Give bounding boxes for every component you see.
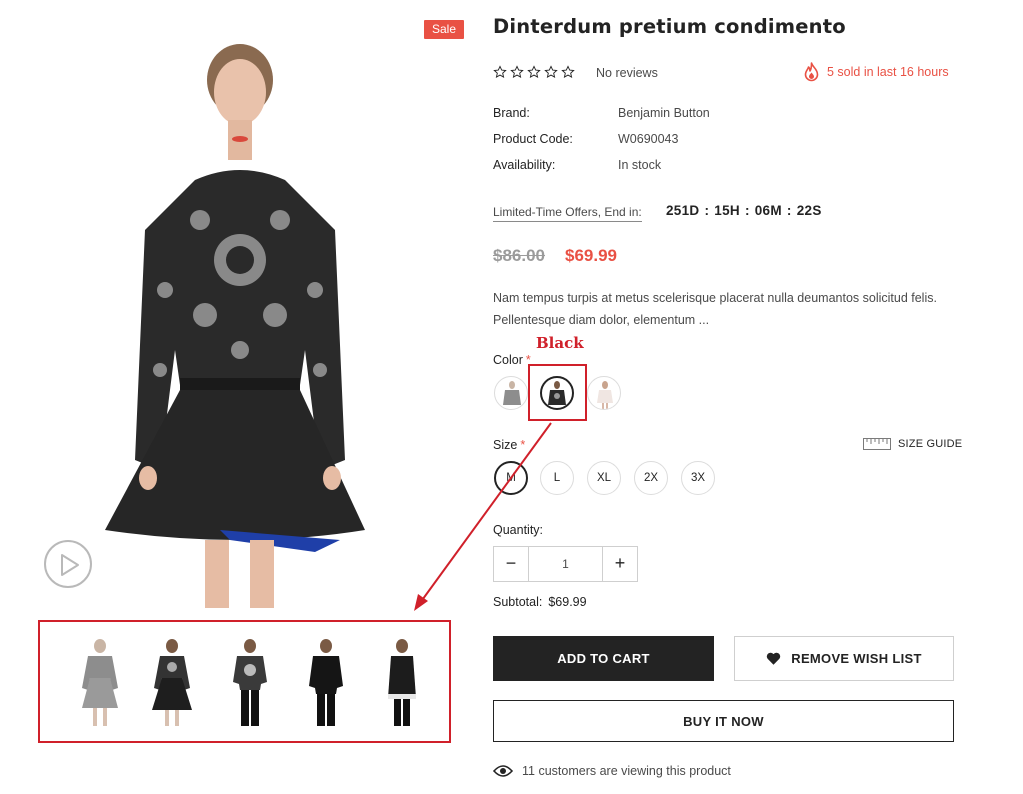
add-to-cart-button[interactable]: ADD TO CART bbox=[493, 636, 714, 681]
rating-stars[interactable] bbox=[493, 65, 575, 79]
star-icon bbox=[493, 65, 507, 78]
spec-brand-value[interactable]: Benjamin Button bbox=[618, 106, 710, 120]
color-swatch-white[interactable] bbox=[587, 376, 621, 410]
countdown-separator: : bbox=[744, 203, 750, 218]
star-icon bbox=[561, 65, 575, 78]
quantity-decrease-button[interactable]: − bbox=[494, 547, 528, 581]
countdown-seconds: 22S bbox=[796, 203, 822, 218]
size-label: Size * bbox=[493, 438, 525, 452]
spec-code-value: W0690043 bbox=[618, 132, 679, 146]
selected-swatch-highlight bbox=[528, 364, 587, 421]
subtotal-label: Subtotal: bbox=[493, 595, 543, 609]
offer-label: Limited-Time Offers, End in: bbox=[493, 205, 642, 222]
product-description: Nam tempus turpis at metus scelerisque p… bbox=[493, 291, 937, 327]
subtotal-value: $69.99 bbox=[548, 595, 587, 609]
remove-wish-list-button[interactable]: REMOVE WISH LIST bbox=[734, 636, 954, 681]
size-option-2x[interactable]: 2X bbox=[634, 461, 668, 495]
heart-icon bbox=[767, 652, 781, 665]
spec-code-label: Product Code: bbox=[493, 132, 573, 146]
eye-icon bbox=[493, 765, 513, 777]
spec-availability-value: In stock bbox=[618, 158, 662, 172]
size-guide-link[interactable]: SIZE GUIDE bbox=[863, 437, 962, 451]
countdown-separator: : bbox=[704, 203, 710, 218]
ruler-icon bbox=[863, 438, 891, 450]
size-option-m[interactable]: M bbox=[494, 461, 528, 495]
viewers-indicator: 11 customers are viewing this product bbox=[493, 764, 731, 778]
size-option-3x[interactable]: 3X bbox=[681, 461, 715, 495]
quantity-increase-button[interactable]: + bbox=[603, 547, 637, 581]
size-option-l[interactable]: L bbox=[540, 461, 574, 495]
spec-brand-label: Brand: bbox=[493, 106, 530, 120]
buy-it-now-label: BUY IT NOW bbox=[683, 713, 764, 729]
price-original: $86.00 bbox=[493, 246, 545, 265]
countdown-separator: : bbox=[786, 203, 792, 218]
star-icon bbox=[527, 65, 541, 78]
sold-text: 5 sold in last 16 hours bbox=[827, 65, 949, 79]
product-title: Dinterdum pretium condimento bbox=[493, 15, 846, 38]
reviews-count[interactable]: No reviews bbox=[596, 66, 658, 80]
sold-indicator: 5 sold in last 16 hours bbox=[803, 62, 949, 82]
color-label: Color * bbox=[493, 353, 531, 367]
countdown-hours: 15H bbox=[714, 203, 740, 218]
subtotal: Subtotal: $69.99 bbox=[493, 595, 587, 609]
sale-badge: Sale bbox=[424, 20, 464, 39]
thumbnail-front-pants[interactable] bbox=[226, 638, 274, 728]
spec-availability-label: Availability: bbox=[493, 158, 556, 172]
fire-icon bbox=[804, 62, 819, 82]
main-product-image[interactable] bbox=[100, 40, 370, 608]
star-icon bbox=[510, 65, 524, 78]
remove-wish-list-label: REMOVE WISH LIST bbox=[791, 651, 922, 666]
quantity-stepper: − 1 + bbox=[493, 546, 638, 582]
countdown-days: 251D bbox=[666, 203, 700, 218]
quantity-label: Quantity: bbox=[493, 523, 544, 537]
thumbnail-black[interactable] bbox=[148, 638, 196, 728]
countdown-minutes: 06M bbox=[754, 203, 782, 218]
play-icon bbox=[61, 554, 79, 576]
thumbnail-strip bbox=[38, 620, 451, 743]
thumbnail-grey[interactable] bbox=[76, 638, 124, 728]
size-option-xl[interactable]: XL bbox=[587, 461, 621, 495]
quantity-input[interactable]: 1 bbox=[528, 547, 603, 581]
color-swatch-grey[interactable] bbox=[494, 376, 528, 410]
required-mark: * bbox=[520, 438, 526, 452]
add-to-cart-label: ADD TO CART bbox=[557, 651, 650, 666]
color-label-text: Color bbox=[493, 353, 523, 367]
play-video-button[interactable] bbox=[44, 540, 92, 588]
buy-it-now-button[interactable]: BUY IT NOW bbox=[493, 700, 954, 742]
selected-color-annotation: Black bbox=[536, 334, 584, 352]
viewers-text: 11 customers are viewing this product bbox=[522, 764, 731, 778]
thumbnail-back[interactable] bbox=[302, 638, 350, 728]
thumbnail-side[interactable] bbox=[378, 638, 426, 728]
countdown-timer: 251D:15H:06M:22S bbox=[666, 203, 822, 218]
star-icon bbox=[544, 65, 558, 78]
size-guide-text: SIZE GUIDE bbox=[898, 438, 963, 450]
size-label-text: Size bbox=[493, 438, 518, 452]
price-sale: $69.99 bbox=[565, 246, 617, 265]
